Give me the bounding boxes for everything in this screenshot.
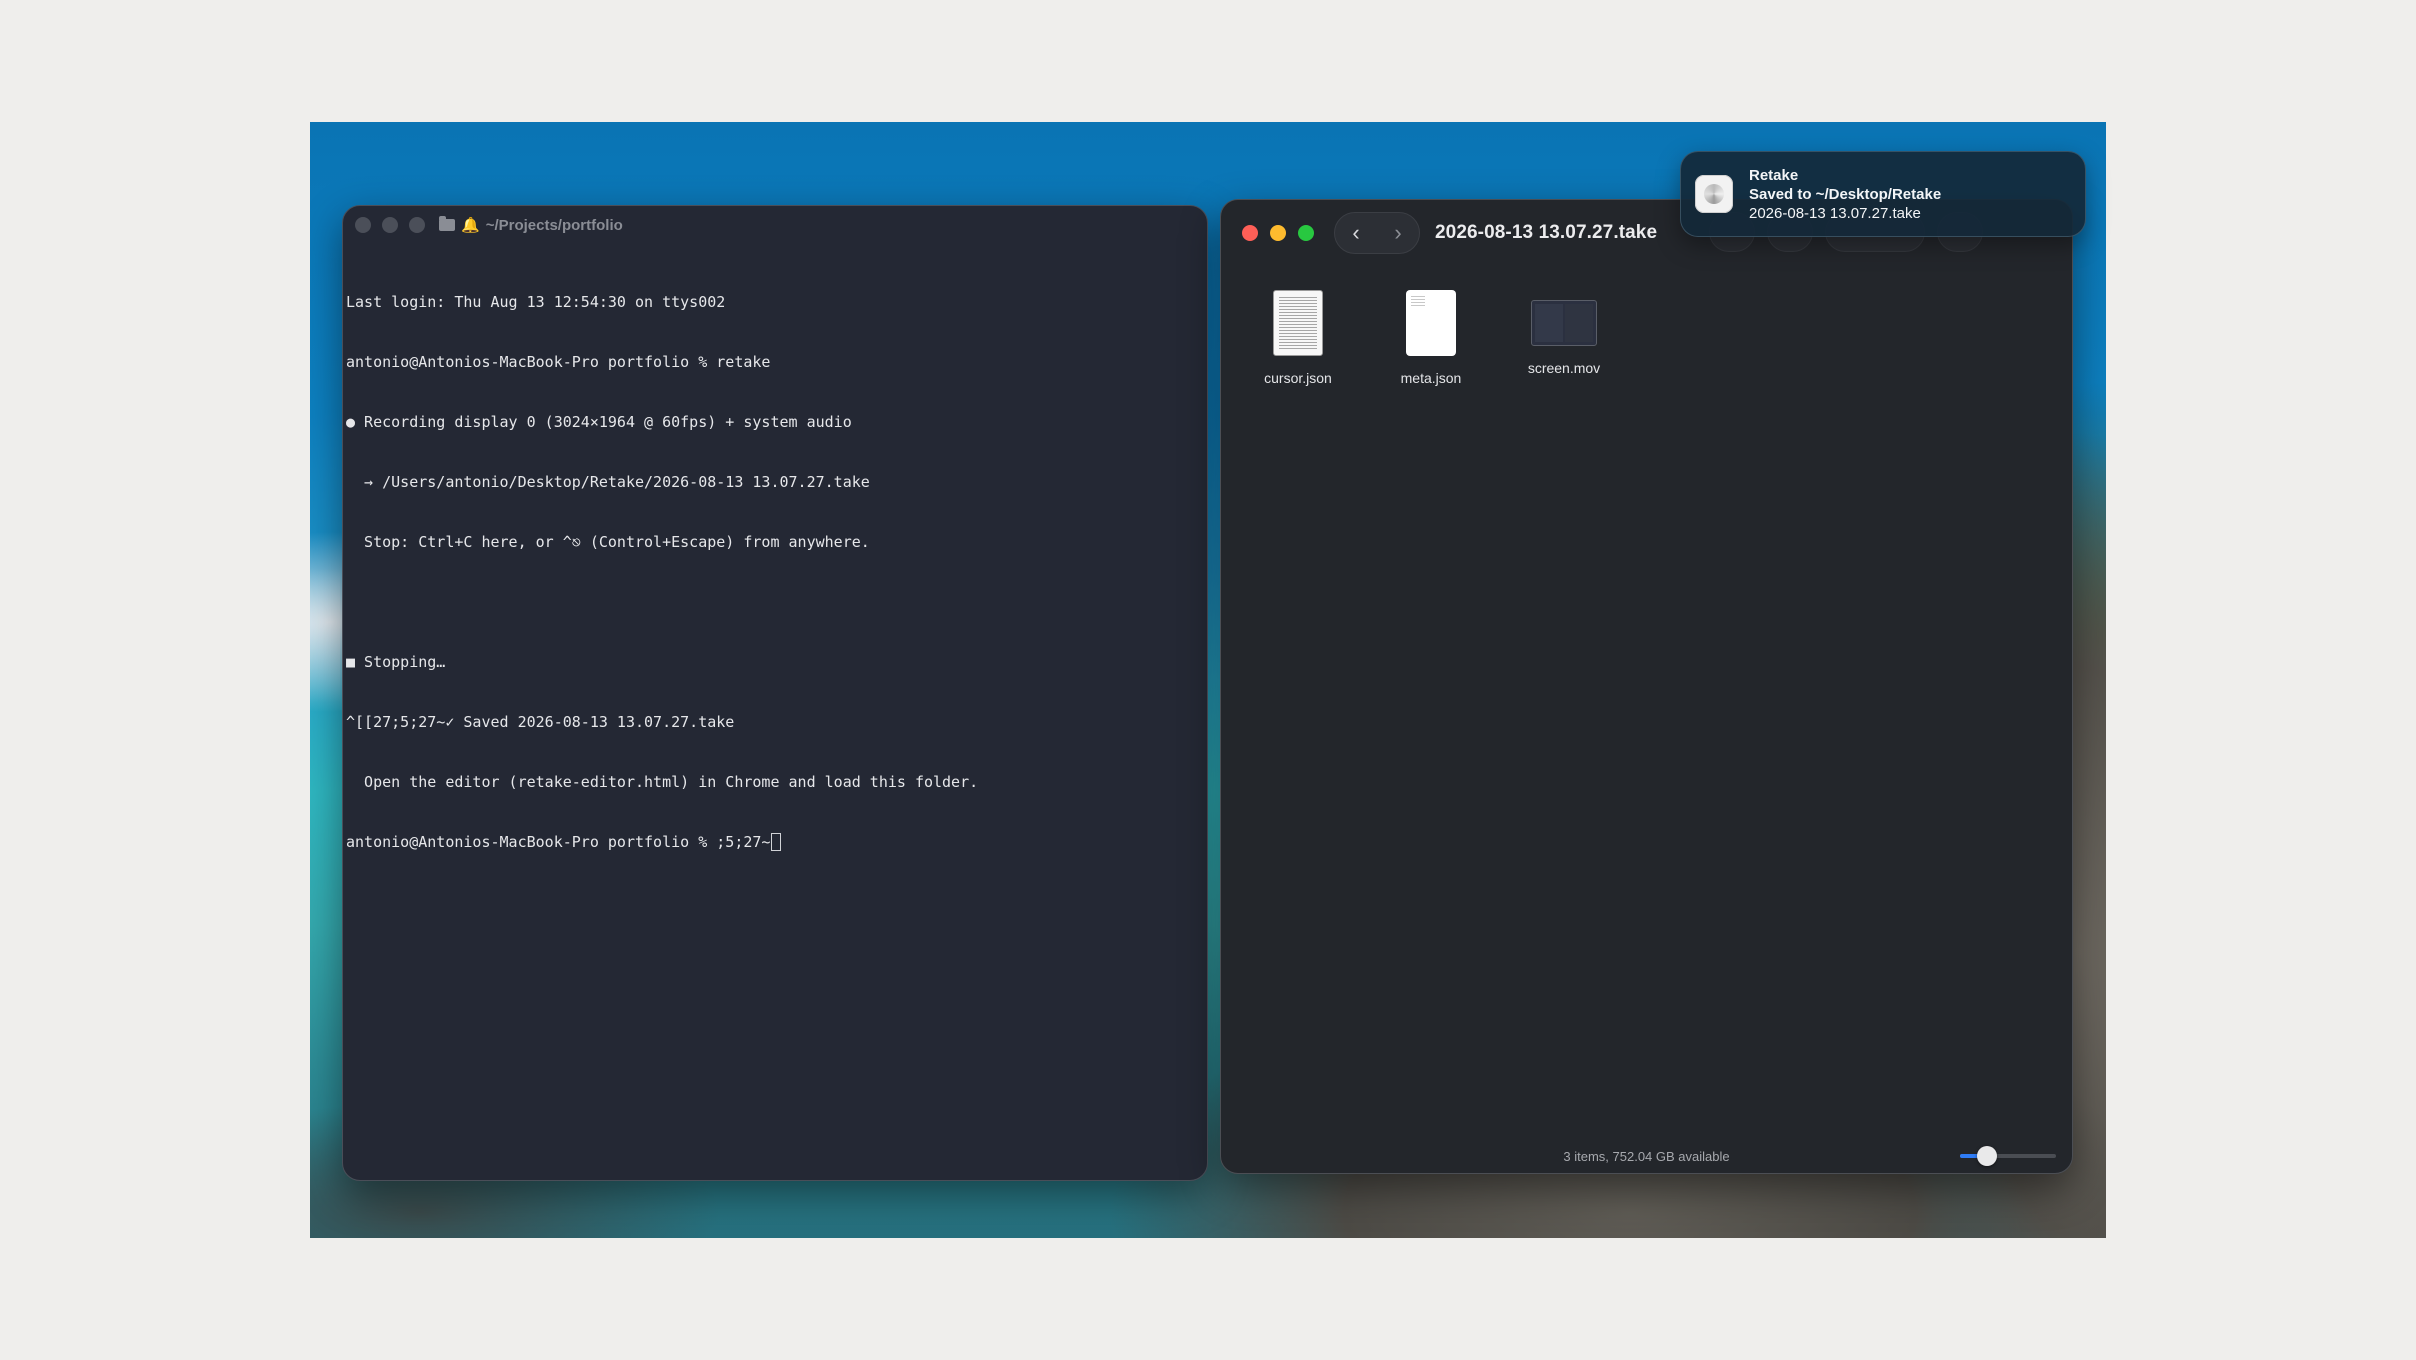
terminal-line: Stop: Ctrl+C here, or ^⎋ (Control+Escape… [346,533,870,551]
notification-line-1: Saved to ~/Desktop/Retake [1749,185,1942,203]
finder-status-text: 3 items, 752.04 GB available [1563,1148,1730,1164]
terminal-prompt-line[interactable]: antonio@Antonios-MacBook-Pro portfolio %… [346,832,1207,852]
finder-minimize-button[interactable] [1270,225,1286,241]
file-item-meta-json[interactable]: meta.json [1366,290,1496,386]
terminal-close-button[interactable] [355,217,371,233]
json-document-icon [1406,290,1456,356]
terminal-line: Open the editor (retake-editor.html) in … [346,773,979,791]
file-name: screen.mov [1527,360,1601,376]
icon-size-slider-knob[interactable] [1976,1146,1997,1166]
icon-size-slider[interactable] [1960,1146,2056,1166]
notification-text: Retake Saved to ~/Desktop/Retake 2026-08… [1749,166,1941,223]
terminal-line: ● Recording display 0 (3024×1964 @ 60fps… [346,413,852,431]
retake-app-icon [1695,175,1733,213]
finder-window[interactable]: ‹ › 2026-08-13 13.07.27.take cursor.json… [1220,199,2073,1174]
chevron-right-icon: › [1394,220,1402,245]
finder-zoom-button[interactable] [1298,225,1314,241]
chevron-left-icon: ‹ [1352,220,1360,245]
forward-button[interactable]: › [1377,213,1419,253]
terminal-title-text: ~/Projects/portfolio [485,216,623,234]
file-item-screen-mov[interactable]: screen.mov [1499,290,1629,376]
terminal-zoom-button[interactable] [409,217,425,233]
terminal-window[interactable]: 🔔 ~/Projects/portfolio Last login: Thu A… [342,205,1208,1181]
json-document-icon [1273,290,1323,356]
terminal-line: antonio@Antonios-MacBook-Pro portfolio %… [346,353,771,371]
file-name: meta.json [1400,370,1462,386]
video-thumbnail-icon [1531,300,1597,346]
back-button[interactable]: ‹ [1335,213,1377,253]
bell-icon: 🔔 [461,217,480,234]
terminal-line: ^[[27;5;27~✓ Saved 2026-08-13 13.07.27.t… [346,713,735,731]
finder-status-bar: 3 items, 752.04 GB available [1221,1139,2072,1173]
finder-title: 2026-08-13 13.07.27.take [1435,222,1658,243]
folder-icon [439,216,455,231]
terminal-output[interactable]: Last login: Thu Aug 13 12:54:30 on ttys0… [343,244,1207,892]
terminal-prompt: antonio@Antonios-MacBook-Pro portfolio %… [346,833,771,851]
notification-line-2: 2026-08-13 13.07.27.take [1749,204,1921,222]
desktop-wallpaper: 🔔 ~/Projects/portfolio Last login: Thu A… [310,122,2106,1238]
terminal-titlebar[interactable]: 🔔 ~/Projects/portfolio [343,206,1207,244]
notification-banner[interactable]: Retake Saved to ~/Desktop/Retake 2026-08… [1680,151,2086,237]
file-name: cursor.json [1264,370,1332,386]
terminal-cursor [771,833,782,851]
terminal-line: → /Users/antonio/Desktop/Retake/2026-08-… [346,473,870,491]
finder-nav-group: ‹ › [1334,212,1420,254]
terminal-line: Last login: Thu Aug 13 12:54:30 on ttys0… [346,293,726,311]
terminal-title: 🔔 ~/Projects/portfolio [439,216,623,234]
terminal-minimize-button[interactable] [382,217,398,233]
terminal-line: ■ Stopping… [346,653,446,671]
wallpaper-mountain-edge [310,122,340,1238]
notification-app-name: Retake [1749,166,1799,184]
file-item-cursor-json[interactable]: cursor.json [1233,290,1363,386]
file-grid: cursor.json meta.json screen.mov [1221,290,2072,410]
finder-close-button[interactable] [1242,225,1258,241]
